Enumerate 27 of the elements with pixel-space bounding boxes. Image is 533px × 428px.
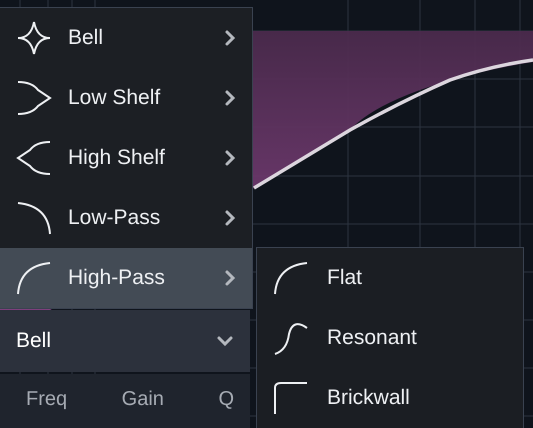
- chevron-right-icon: [224, 149, 236, 167]
- param-label: Gain: [122, 388, 164, 412]
- menu-item[interactable]: Low-Pass: [0, 188, 252, 248]
- chevron-right-icon: [224, 89, 236, 107]
- submenu-item[interactable]: Brickwall: [257, 368, 523, 428]
- low-shelf-curve-icon: [16, 80, 52, 116]
- resonant-curve-icon: [273, 320, 309, 356]
- flat-curve-icon: [273, 260, 309, 296]
- chevron-right-icon: [224, 209, 236, 227]
- bell-curve-icon: [16, 20, 52, 56]
- brickwall-curve-icon: [273, 380, 309, 416]
- menu-item[interactable]: Bell: [0, 8, 252, 68]
- param-label: Freq: [26, 388, 68, 412]
- high-shelf-curve-icon: [16, 140, 52, 176]
- filter-type-dropdown[interactable]: Bell: [0, 310, 250, 372]
- submenu-item[interactable]: Resonant: [257, 308, 523, 368]
- menu-item[interactable]: High-Pass: [0, 248, 252, 308]
- chevron-right-icon: [224, 29, 236, 47]
- param-label: Q: [218, 388, 234, 412]
- chevron-down-icon: [216, 335, 234, 347]
- menu-item[interactable]: High Shelf: [0, 128, 252, 188]
- high-pass-curve-icon: [16, 260, 52, 296]
- submenu-item[interactable]: Flat: [257, 248, 523, 308]
- menu-item[interactable]: Low Shelf: [0, 68, 252, 128]
- dropdown-value: Bell: [16, 329, 52, 353]
- chevron-right-icon: [224, 269, 236, 287]
- low-pass-curve-icon: [16, 200, 52, 236]
